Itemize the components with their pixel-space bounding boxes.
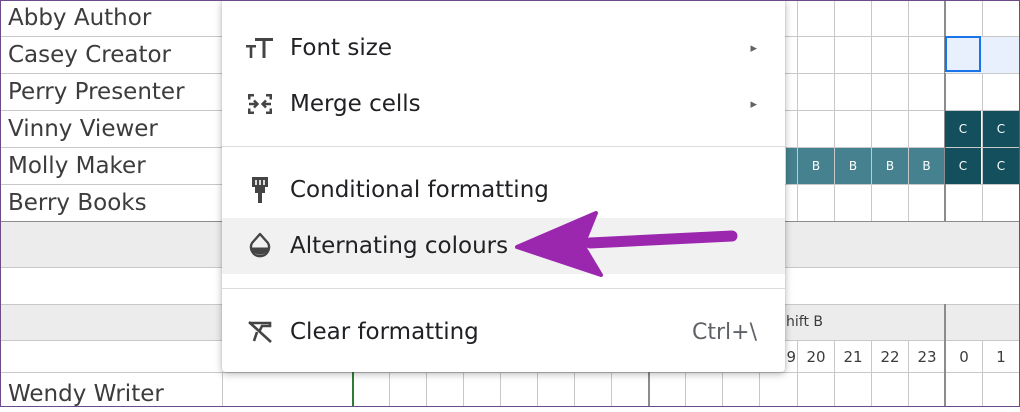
clear-formatting-icon [244, 316, 276, 348]
grid-line [537, 372, 538, 407]
grid-line [722, 372, 723, 407]
menu-item-label: Clear formatting [290, 319, 479, 345]
menu-item-label: Alternating colours [290, 233, 509, 259]
menu-separator [222, 146, 785, 147]
grid-line [222, 372, 223, 407]
grid-line [648, 372, 650, 407]
menu-item-conditional-formatting[interactable]: Conditional formatting [222, 162, 785, 218]
hour-label: 22 [880, 348, 900, 366]
grid-line [611, 372, 612, 407]
grid-line [389, 372, 390, 407]
row-name[interactable]: Molly Maker [8, 148, 146, 184]
grid-line [871, 0, 872, 221]
format-context-menu: Font size ▸ Merge cells ▸ Conditional fo… [222, 0, 785, 372]
hour-label: 23 [917, 348, 937, 366]
row-name[interactable]: Abby Author [8, 0, 151, 36]
grid-line [685, 372, 686, 407]
menu-item-label: Font size [290, 35, 392, 61]
menu-item-clear-formatting[interactable]: Clear formatting Ctrl+\ [222, 304, 785, 360]
shift-cell-b[interactable]: B [909, 148, 944, 184]
shift-cell-b[interactable]: B [835, 148, 871, 184]
shift-cell-b[interactable] [786, 148, 797, 184]
paint-roller-icon [244, 174, 276, 206]
droplet-icon [244, 230, 276, 262]
hour-label: 20 [806, 348, 826, 366]
grid-line [908, 0, 909, 221]
row-name[interactable]: Casey Creator [8, 37, 171, 73]
shift-header: hift B [786, 314, 823, 330]
row-name[interactable]: Berry Books [8, 185, 147, 221]
submenu-arrow-icon: ▸ [750, 40, 757, 55]
row-name[interactable]: Perry Presenter [8, 74, 185, 110]
menu-item-font-size[interactable]: Font size ▸ [222, 20, 785, 76]
menu-separator [222, 288, 785, 289]
menu-item-merge-cells[interactable]: Merge cells ▸ [222, 76, 785, 132]
grid-line [463, 372, 464, 407]
keyboard-shortcut: Ctrl+\ [692, 319, 757, 345]
grid-line [759, 372, 760, 407]
shift-cell-b[interactable]: B [872, 148, 908, 184]
shift-cell-c[interactable]: C [945, 111, 981, 147]
active-cell[interactable] [945, 36, 981, 72]
grid-line [0, 372, 1020, 373]
menu-item-label: Conditional formatting [290, 177, 549, 203]
grid-line [797, 0, 798, 221]
shift-cell-c[interactable]: C [983, 148, 1019, 184]
grid-line [834, 0, 835, 221]
shift-cell-c[interactable]: C [945, 148, 981, 184]
font-size-icon [244, 32, 276, 64]
shift-cell-c[interactable]: C [983, 111, 1019, 147]
grid-line [426, 372, 427, 407]
merge-cells-icon [244, 88, 276, 120]
submenu-arrow-icon: ▸ [750, 96, 757, 111]
shift-cell-b[interactable]: B [798, 148, 834, 184]
menu-item-alternating-colours[interactable]: Alternating colours [222, 218, 785, 274]
menu-item-label: Merge cells [290, 91, 421, 117]
grid-line [574, 372, 575, 407]
hour-label: 21 [843, 348, 863, 366]
hour-label: 1 [996, 348, 1006, 366]
grid-line [352, 372, 354, 407]
row-name[interactable]: Vinny Viewer [8, 111, 158, 147]
hour-label: 0 [959, 348, 969, 366]
grid-line [500, 372, 501, 407]
